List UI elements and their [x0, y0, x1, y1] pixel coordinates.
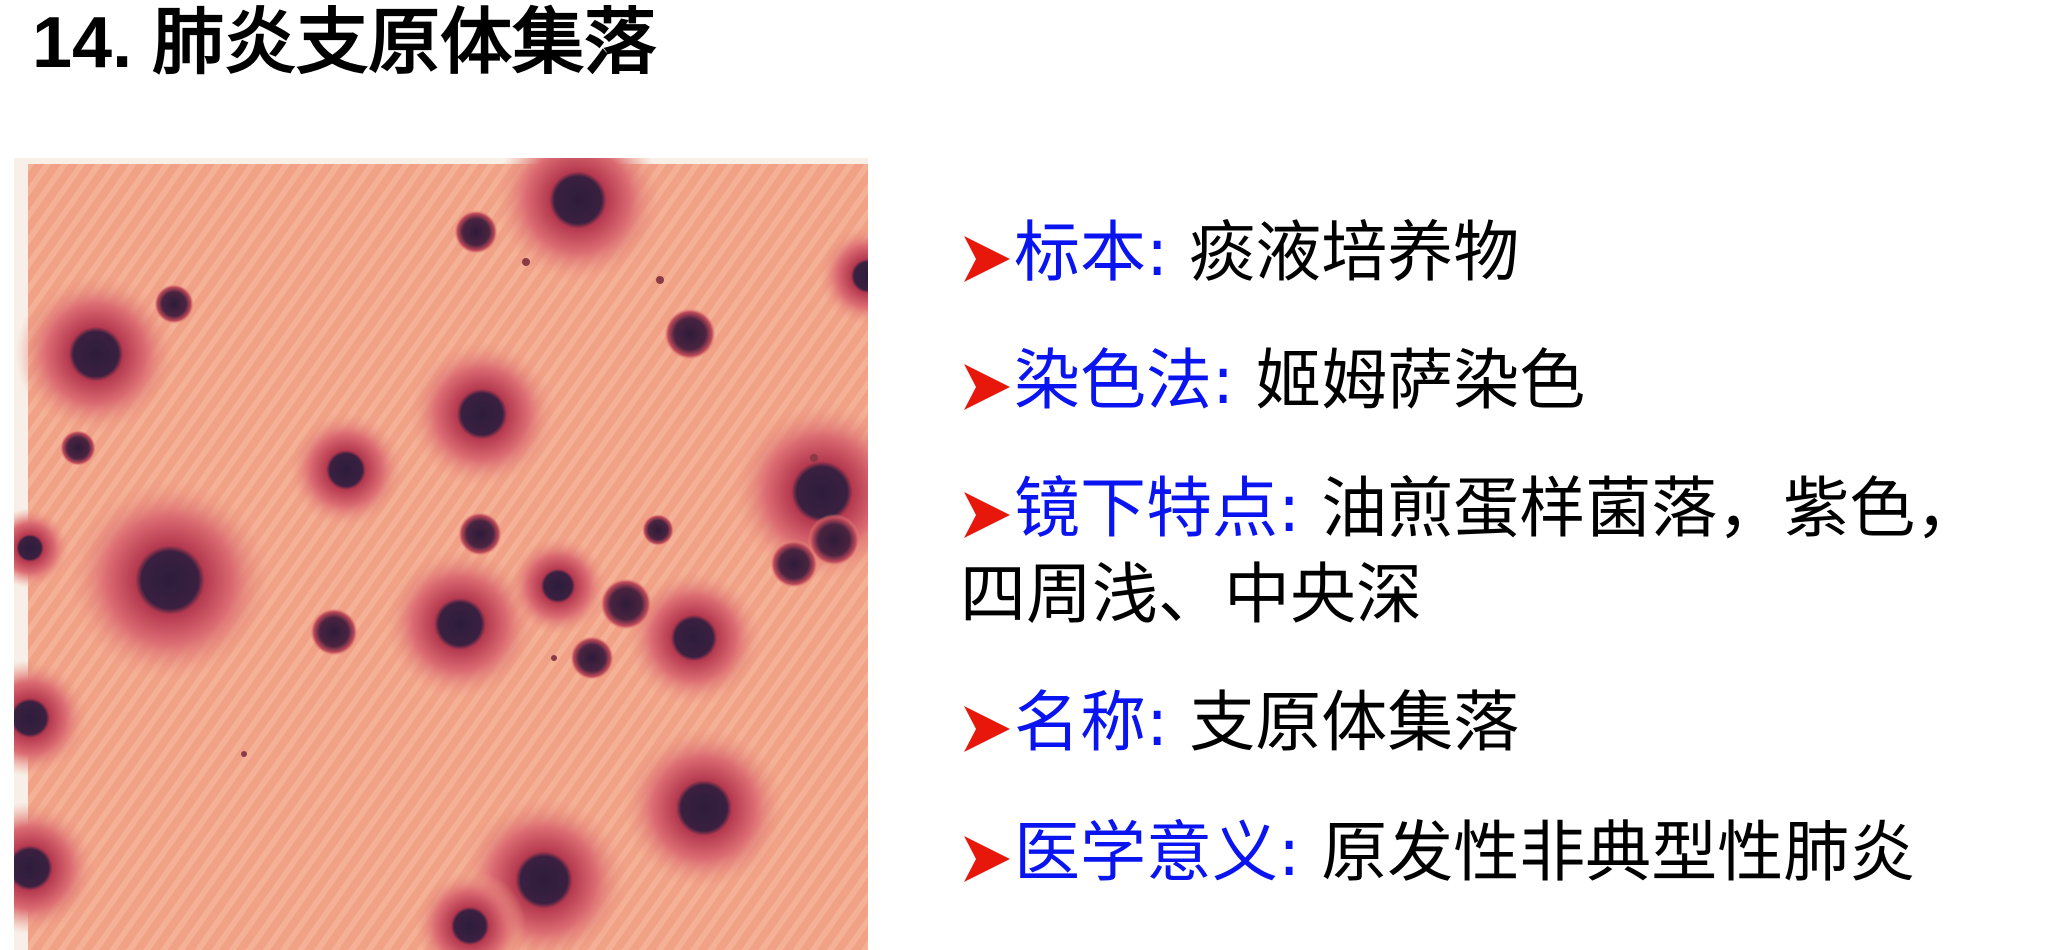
arrow-bullet-icon: [964, 492, 1010, 538]
bullet-text-continuation: 四周浅、中央深: [960, 556, 1422, 633]
arrow-bullet-icon: [964, 236, 1010, 282]
arrow-bullet-icon: [964, 364, 1010, 410]
arrow-bullet-icon: [964, 706, 1010, 752]
arrow-bullet-icon: [964, 836, 1010, 882]
bullet-text: 染色法: 姬姆萨染色: [1014, 342, 1586, 419]
slide-title: 14. 肺炎支原体集落: [32, 3, 657, 83]
bullet-text: 医学意义: 原发性非典型性肺炎: [1014, 814, 1916, 891]
bullet-text: 镜下特点: 油煎蛋样菌落，紫色，: [1014, 470, 1982, 547]
bullet-text: 名称: 支原体集落: [1014, 684, 1520, 761]
colony-micrograph-image: [14, 158, 868, 950]
bullet-text: 标本: 痰液培养物: [1014, 214, 1520, 291]
